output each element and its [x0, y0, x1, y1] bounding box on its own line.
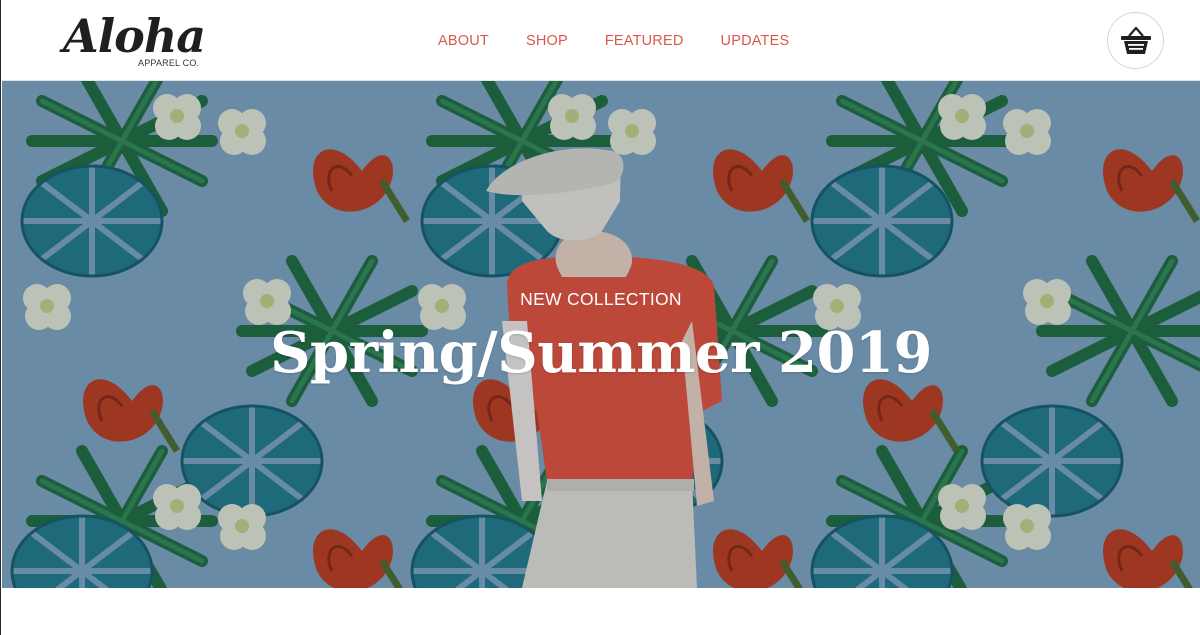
basket-icon — [1121, 26, 1151, 54]
nav-updates[interactable]: UPDATES — [721, 31, 790, 51]
main-nav: ABOUT SHOP FEATURED UPDATES — [438, 31, 826, 51]
hero-title: Spring/Summer 2019 — [270, 320, 932, 386]
logo-wordmark: Aloha — [63, 9, 206, 63]
site-header: Aloha APPAREL CO. ABOUT SHOP FEATURED UP… — [1, 0, 1200, 81]
hero-kicker: NEW COLLECTION — [520, 289, 682, 309]
content-area — [2, 588, 1200, 635]
logo-subtitle: APPAREL CO. — [138, 58, 200, 68]
cart-button[interactable] — [1107, 12, 1164, 69]
nav-featured[interactable]: FEATURED — [605, 31, 684, 51]
page-frame: Aloha APPAREL CO. ABOUT SHOP FEATURED UP… — [0, 0, 1200, 635]
nav-about[interactable]: ABOUT — [438, 31, 489, 51]
nav-shop[interactable]: SHOP — [526, 31, 568, 51]
brand-logo[interactable]: Aloha APPAREL CO. — [63, 8, 213, 72]
hero-banner: NEW COLLECTION Spring/Summer 2019 — [2, 81, 1200, 588]
